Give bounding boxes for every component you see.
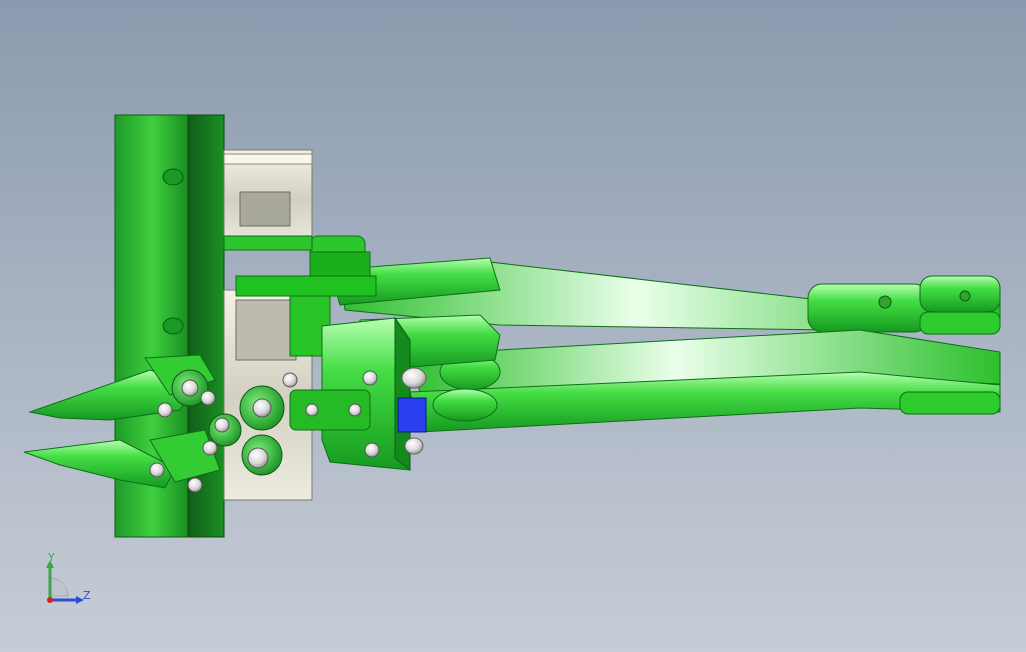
triad-origin xyxy=(47,597,53,603)
blue-sensor-block[interactable] xyxy=(397,397,427,433)
axis-triad: Y Z xyxy=(38,552,98,612)
cad-viewport[interactable]: Y Z xyxy=(0,0,1026,652)
z-axis-label: Z xyxy=(83,589,91,602)
y-axis-label: Y xyxy=(48,551,55,564)
axis-triad-icon xyxy=(46,560,84,604)
gripper-assembly-model[interactable] xyxy=(0,0,1026,652)
upper-stepper-motor[interactable] xyxy=(223,149,313,251)
lower-arm-link[interactable] xyxy=(409,329,1001,433)
